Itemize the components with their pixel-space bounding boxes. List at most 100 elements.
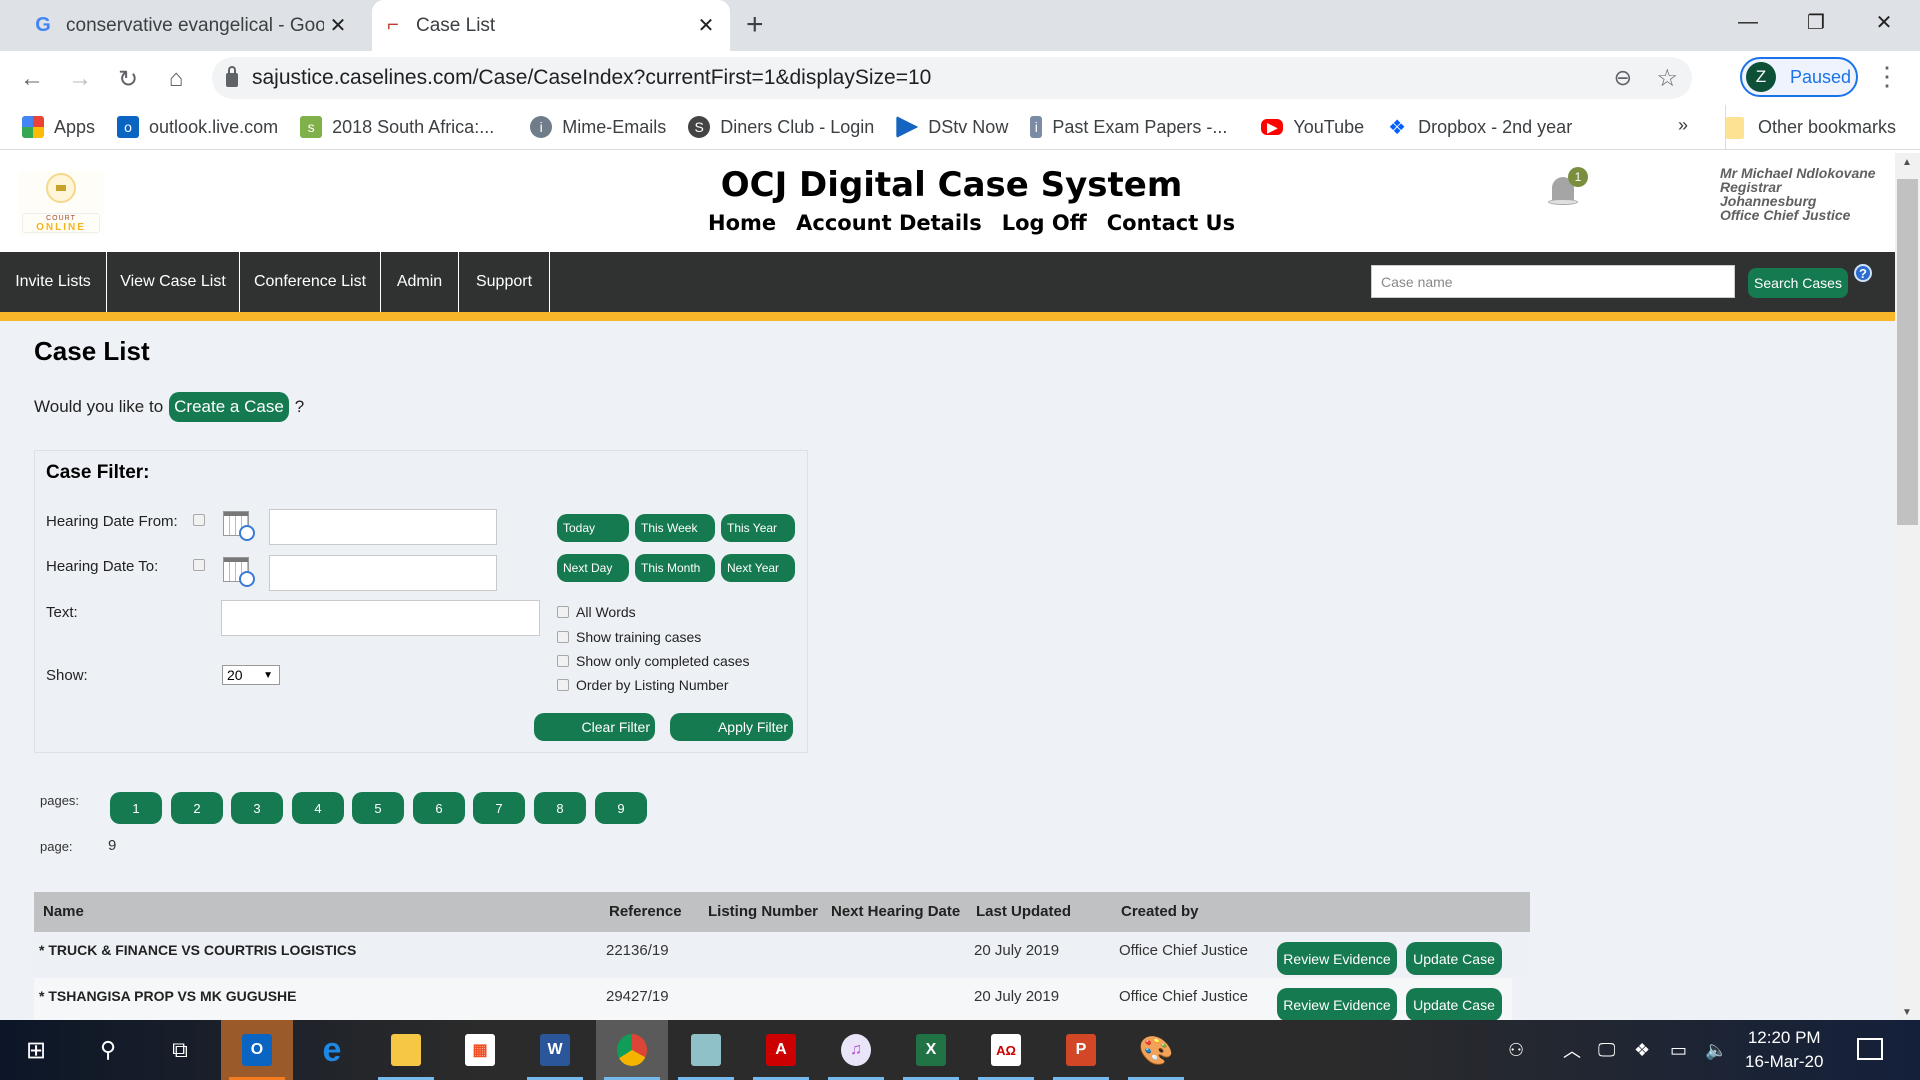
calendar-clock-icon[interactable] bbox=[223, 557, 257, 589]
page-button-9[interactable]: 9 bbox=[595, 792, 647, 824]
taskbar-chrome[interactable] bbox=[596, 1020, 668, 1080]
nav-contact-us[interactable]: Contact Us bbox=[1107, 211, 1235, 235]
order-by-listing-checkbox[interactable] bbox=[557, 679, 569, 691]
home-icon[interactable]: ⌂ bbox=[158, 61, 194, 97]
hearing-date-from-input[interactable] bbox=[269, 509, 497, 545]
taskbar-unicode-app[interactable]: AΩ bbox=[970, 1020, 1042, 1080]
back-icon[interactable]: ← bbox=[14, 61, 50, 97]
text-filter-input[interactable] bbox=[221, 600, 540, 636]
taskbar-store[interactable]: ▦ bbox=[444, 1020, 516, 1080]
show-hidden-icons-chevron[interactable]: ︿ bbox=[1563, 1020, 1581, 1080]
bookmark-star-icon[interactable]: ☆ bbox=[1656, 64, 1678, 93]
taskbar-edge[interactable]: e bbox=[296, 1020, 368, 1080]
calendar-clock-icon[interactable] bbox=[223, 511, 257, 543]
people-icon[interactable]: ⚇ bbox=[1508, 1020, 1524, 1080]
search-button[interactable]: ⚲ bbox=[72, 1020, 144, 1080]
search-cases-button[interactable]: Search Cases bbox=[1748, 268, 1848, 298]
nav-invite-lists[interactable]: Invite Lists bbox=[0, 252, 107, 312]
create-case-button[interactable]: Create a Case bbox=[169, 392, 289, 422]
page-button-1[interactable]: 1 bbox=[110, 792, 162, 824]
column-last-updated[interactable]: Last Updated bbox=[976, 903, 1071, 920]
help-icon[interactable]: ? bbox=[1854, 264, 1872, 282]
bookmark-mime[interactable]: i Mime-Emails bbox=[530, 116, 666, 138]
nav-account-details[interactable]: Account Details bbox=[796, 211, 982, 235]
nav-view-case-list[interactable]: View Case List bbox=[107, 252, 240, 312]
volume-icon[interactable]: 🔈 bbox=[1705, 1020, 1727, 1080]
taskbar-paint[interactable]: 🎨 bbox=[1120, 1020, 1192, 1080]
zoom-icon[interactable]: ⊖ bbox=[1614, 65, 1632, 91]
dropbox-tray-icon[interactable]: ❖ bbox=[1634, 1020, 1650, 1080]
column-reference[interactable]: Reference bbox=[609, 903, 682, 920]
nav-conference-list[interactable]: Conference List bbox=[240, 252, 381, 312]
task-view-button[interactable]: ⧉ bbox=[144, 1020, 216, 1080]
next-year-button[interactable]: Next Year bbox=[721, 554, 795, 582]
taskbar-acrobat[interactable]: A bbox=[745, 1020, 817, 1080]
bookmark-diners[interactable]: S Diners Club - Login bbox=[688, 116, 874, 138]
nav-home[interactable]: Home bbox=[708, 211, 776, 235]
page-button-6[interactable]: 6 bbox=[413, 792, 465, 824]
bookmark-saflii[interactable]: s 2018 South Africa:... bbox=[300, 116, 494, 138]
review-evidence-button[interactable]: Review Evidence bbox=[1277, 988, 1397, 1020]
taskbar-word[interactable]: W bbox=[519, 1020, 591, 1080]
bookmark-apps[interactable]: Apps bbox=[22, 116, 95, 138]
bookmark-exam[interactable]: i Past Exam Papers -... bbox=[1030, 116, 1227, 138]
start-button[interactable]: ⊞ bbox=[0, 1020, 72, 1080]
taskbar-notepad[interactable] bbox=[670, 1020, 742, 1080]
page-button-8[interactable]: 8 bbox=[534, 792, 586, 824]
action-center-icon[interactable] bbox=[1857, 1038, 1883, 1060]
case-name[interactable]: * TRUCK & FINANCE VS COURTRIS LOGISTICS bbox=[39, 942, 356, 958]
profile-button[interactable]: Z Paused bbox=[1740, 57, 1858, 97]
bookmark-youtube[interactable]: ▶ YouTube bbox=[1261, 117, 1364, 138]
scroll-up-arrow-icon[interactable]: ▲ bbox=[1902, 157, 1912, 168]
show-count-select[interactable]: 20 ▼ bbox=[222, 665, 280, 685]
battery-icon[interactable]: ▭ bbox=[1670, 1020, 1687, 1080]
close-window-icon[interactable]: ✕ bbox=[1852, 0, 1916, 44]
show-training-cases-checkbox[interactable] bbox=[557, 631, 569, 643]
this-week-button[interactable]: This Week bbox=[635, 514, 715, 542]
scrollbar-thumb[interactable] bbox=[1897, 179, 1918, 525]
clear-filter-button[interactable]: Clear Filter bbox=[534, 713, 655, 741]
column-next-hearing-date[interactable]: Next Hearing Date bbox=[831, 903, 960, 920]
new-tab-button[interactable]: + bbox=[746, 8, 764, 42]
column-listing-number[interactable]: Listing Number bbox=[708, 903, 818, 920]
taskbar-outlook[interactable]: O bbox=[221, 1020, 293, 1080]
tab-case-list[interactable]: ⌐ Case List ✕ bbox=[372, 0, 730, 51]
bookmarks-overflow-button[interactable]: » bbox=[1678, 115, 1688, 136]
page-button-5[interactable]: 5 bbox=[352, 792, 404, 824]
notifications-button[interactable]: 1 bbox=[1548, 167, 1588, 207]
reload-icon[interactable]: ↻ bbox=[110, 61, 146, 97]
taskbar-excel[interactable]: X bbox=[895, 1020, 967, 1080]
restore-icon[interactable]: ❐ bbox=[1784, 0, 1848, 44]
hearing-date-to-checkbox[interactable] bbox=[193, 559, 205, 571]
page-scrollbar[interactable]: ▲ ▼ bbox=[1895, 153, 1920, 1020]
taskbar-powerpoint[interactable]: P bbox=[1045, 1020, 1117, 1080]
bookmark-outlook[interactable]: o outlook.live.com bbox=[117, 116, 278, 138]
case-name[interactable]: * TSHANGISA PROP VS MK GUGUSHE bbox=[39, 988, 296, 1004]
taskbar-file-explorer[interactable] bbox=[370, 1020, 442, 1080]
bookmark-dropbox[interactable]: ❖ Dropbox - 2nd year bbox=[1386, 116, 1572, 139]
page-button-4[interactable]: 4 bbox=[292, 792, 344, 824]
nav-log-off[interactable]: Log Off bbox=[1002, 211, 1087, 235]
minimize-icon[interactable]: — bbox=[1716, 0, 1780, 44]
column-created-by[interactable]: Created by bbox=[1121, 903, 1199, 920]
case-name-search-input[interactable]: Case name bbox=[1371, 265, 1735, 298]
address-bar[interactable]: sajustice.caselines.com/Case/CaseIndex?c… bbox=[212, 57, 1692, 99]
show-completed-cases-checkbox[interactable] bbox=[557, 655, 569, 667]
apply-filter-button[interactable]: Apply Filter bbox=[670, 713, 793, 741]
next-day-button[interactable]: Next Day bbox=[557, 554, 629, 582]
hearing-date-to-input[interactable] bbox=[269, 555, 497, 591]
forward-icon[interactable]: → bbox=[62, 61, 98, 97]
today-button[interactable]: Today bbox=[557, 514, 629, 542]
nav-admin[interactable]: Admin bbox=[381, 252, 459, 312]
update-case-button[interactable]: Update Case bbox=[1406, 942, 1502, 975]
hearing-date-from-checkbox[interactable] bbox=[193, 514, 205, 526]
column-name[interactable]: Name bbox=[43, 903, 84, 920]
taskbar-itunes[interactable]: ♫ bbox=[820, 1020, 892, 1080]
menu-kebab-icon[interactable]: ⋮ bbox=[1874, 61, 1900, 92]
scroll-down-arrow-icon[interactable]: ▼ bbox=[1902, 1007, 1912, 1018]
network-icon[interactable]: 🖵 bbox=[1598, 1020, 1615, 1080]
this-year-button[interactable]: This Year bbox=[721, 514, 795, 542]
nav-support[interactable]: Support bbox=[459, 252, 550, 312]
all-words-checkbox[interactable] bbox=[557, 606, 569, 618]
page-button-3[interactable]: 3 bbox=[231, 792, 283, 824]
